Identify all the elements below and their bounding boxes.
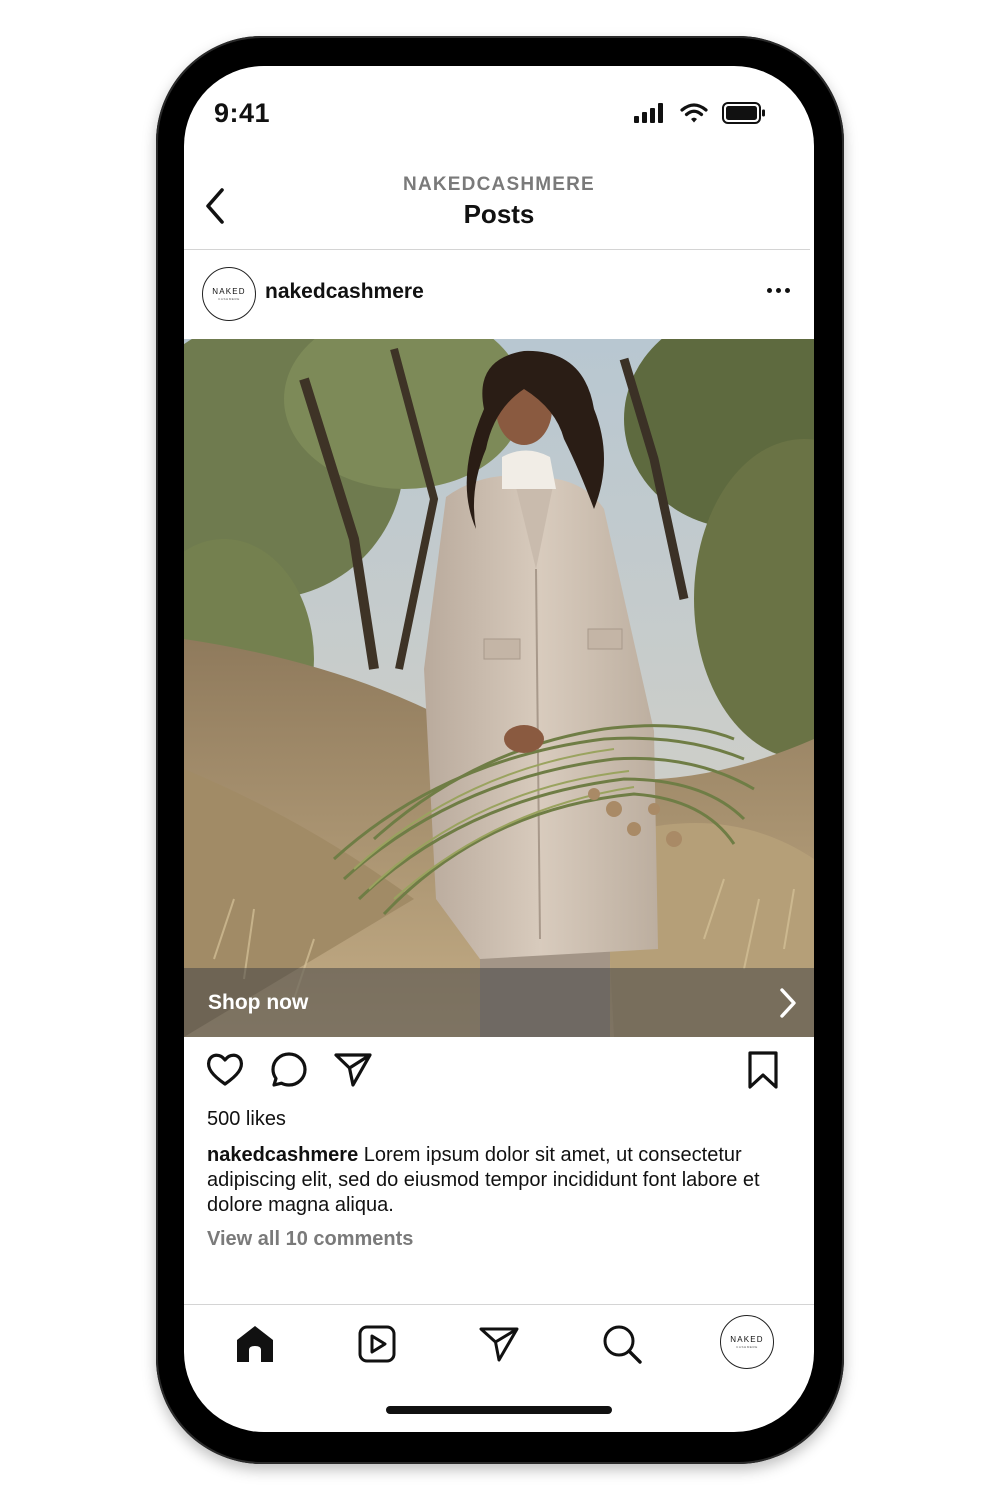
heart-icon[interactable] bbox=[204, 1049, 246, 1091]
view-comments-link[interactable]: View all 10 comments bbox=[207, 1228, 413, 1251]
header-divider bbox=[184, 249, 810, 250]
avatar-logo-text: NAKED bbox=[212, 286, 246, 296]
post-photo-illustration bbox=[184, 339, 814, 1037]
wifi-icon bbox=[680, 103, 708, 123]
profile-logo-text: NAKED bbox=[730, 1334, 764, 1344]
battery-icon bbox=[722, 102, 765, 124]
shop-now-label: Shop now bbox=[208, 991, 309, 1014]
profile-logo-subtext: CASHMERE bbox=[736, 1344, 758, 1349]
reels-icon[interactable] bbox=[355, 1322, 399, 1366]
shop-now-bar[interactable]: Shop now bbox=[184, 968, 814, 1037]
post-avatar[interactable]: NAKED CASHMERE bbox=[202, 267, 256, 321]
status-icons bbox=[634, 102, 766, 124]
search-icon[interactable] bbox=[600, 1322, 644, 1366]
signal-bars-icon bbox=[634, 103, 663, 123]
profile-avatar[interactable]: NAKED CASHMERE bbox=[720, 1315, 774, 1369]
avatar-logo-subtext: CASHMERE bbox=[218, 296, 240, 301]
page-title: Posts bbox=[463, 199, 535, 229]
caption-username[interactable]: nakedcashmere bbox=[207, 1144, 358, 1166]
account-name: NAKEDCASHMERE bbox=[403, 174, 595, 195]
status-time: 9:41 bbox=[214, 98, 271, 128]
home-icon[interactable] bbox=[233, 1322, 277, 1366]
comment-icon[interactable] bbox=[268, 1049, 310, 1091]
post-caption: nakedcashmere Lorem ipsum dolor sit amet… bbox=[207, 1143, 767, 1218]
share-icon[interactable] bbox=[332, 1049, 374, 1091]
nav-divider bbox=[184, 1304, 814, 1305]
direct-message-icon[interactable] bbox=[477, 1322, 521, 1366]
chevron-right-icon bbox=[780, 988, 796, 1018]
bookmark-icon[interactable] bbox=[742, 1049, 784, 1091]
post-image[interactable]: Shop now bbox=[184, 339, 814, 1037]
more-options-icon[interactable] bbox=[767, 288, 790, 293]
post-username[interactable]: nakedcashmere bbox=[265, 280, 424, 304]
home-indicator[interactable] bbox=[386, 1406, 612, 1414]
phone-screen: 9:41 NAKEDCASHMERE Posts NAKED CASHMERE … bbox=[184, 66, 814, 1432]
likes-count[interactable]: 500 likes bbox=[207, 1108, 286, 1131]
